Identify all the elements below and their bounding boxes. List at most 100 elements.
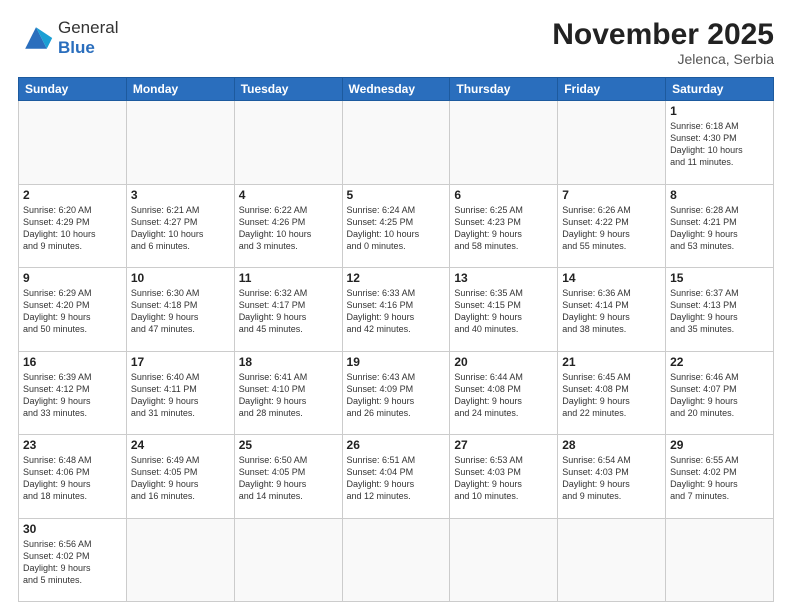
day-number: 16 — [23, 355, 122, 369]
table-row: 4 Sunrise: 6:22 AM Sunset: 4:26 PM Daylig… — [234, 184, 342, 268]
day-number: 26 — [347, 438, 446, 452]
day-info: Sunrise: 6:46 AM Sunset: 4:07 PM Dayligh… — [670, 371, 769, 420]
table-row: 8Sunrise: 6:28 AM Sunset: 4:21 PM Daylig… — [666, 184, 774, 268]
col-saturday: Saturday — [666, 78, 774, 101]
table-row — [126, 101, 234, 185]
day-info: Sunrise: 6:30 AM Sunset: 4:18 PM Dayligh… — [131, 287, 230, 336]
table-row — [19, 101, 127, 185]
table-row: 7 Sunrise: 6:26 AM Sunset: 4:22 PM Daylig… — [558, 184, 666, 268]
table-row — [234, 518, 342, 602]
day-number: 13 — [454, 271, 553, 285]
day-number: 6 — [454, 188, 553, 202]
table-row — [450, 101, 558, 185]
generalblue-logo-icon — [18, 20, 54, 56]
day-info: Sunrise: 6:22 AM Sunset: 4:26 PM Dayligh… — [239, 204, 338, 253]
day-number: 21 — [562, 355, 661, 369]
table-row: 3 Sunrise: 6:21 AM Sunset: 4:27 PM Daylig… — [126, 184, 234, 268]
table-row: 11Sunrise: 6:32 AM Sunset: 4:17 PM Dayli… — [234, 268, 342, 352]
table-row: 9 Sunrise: 6:29 AM Sunset: 4:20 PM Daylig… — [19, 268, 127, 352]
day-number: 12 — [347, 271, 446, 285]
table-row: 26 Sunrise: 6:51 AM Sunset: 4:04 PM Dayli… — [342, 435, 450, 519]
table-row: 18Sunrise: 6:41 AM Sunset: 4:10 PM Dayli… — [234, 351, 342, 435]
day-number: 4 — [239, 188, 338, 202]
day-number: 14 — [562, 271, 661, 285]
calendar-week-row: 2 Sunrise: 6:20 AM Sunset: 4:29 PM Daylig… — [19, 184, 774, 268]
day-number: 11 — [239, 271, 338, 285]
table-row: 6 Sunrise: 6:25 AM Sunset: 4:23 PM Daylig… — [450, 184, 558, 268]
day-info: Sunrise: 6:25 AM Sunset: 4:23 PM Dayligh… — [454, 204, 553, 253]
col-tuesday: Tuesday — [234, 78, 342, 101]
table-row: 16 Sunrise: 6:39 AM Sunset: 4:12 PM Dayli… — [19, 351, 127, 435]
table-row: 23 Sunrise: 6:48 AM Sunset: 4:06 PM Dayli… — [19, 435, 127, 519]
day-info: Sunrise: 6:41 AM Sunset: 4:10 PM Dayligh… — [239, 371, 338, 420]
table-row — [126, 518, 234, 602]
col-thursday: Thursday — [450, 78, 558, 101]
logo-text: General Blue — [58, 18, 118, 57]
page: General Blue November 2025 Jelenca, Serb… — [0, 0, 792, 612]
calendar-week-row: 9 Sunrise: 6:29 AM Sunset: 4:20 PM Daylig… — [19, 268, 774, 352]
day-number: 15 — [670, 271, 769, 285]
day-info: Sunrise: 6:53 AM Sunset: 4:03 PM Dayligh… — [454, 454, 553, 503]
table-row: 15Sunrise: 6:37 AM Sunset: 4:13 PM Dayli… — [666, 268, 774, 352]
day-info: Sunrise: 6:48 AM Sunset: 4:06 PM Dayligh… — [23, 454, 122, 503]
day-info: Sunrise: 6:20 AM Sunset: 4:29 PM Dayligh… — [23, 204, 122, 253]
day-info: Sunrise: 6:29 AM Sunset: 4:20 PM Dayligh… — [23, 287, 122, 336]
day-number: 23 — [23, 438, 122, 452]
table-row: 12Sunrise: 6:33 AM Sunset: 4:16 PM Dayli… — [342, 268, 450, 352]
title-block: November 2025 Jelenca, Serbia — [552, 18, 774, 67]
day-info: Sunrise: 6:44 AM Sunset: 4:08 PM Dayligh… — [454, 371, 553, 420]
table-row: 20 Sunrise: 6:44 AM Sunset: 4:08 PM Dayli… — [450, 351, 558, 435]
day-number: 10 — [131, 271, 230, 285]
table-row: 19 Sunrise: 6:43 AM Sunset: 4:09 PM Dayli… — [342, 351, 450, 435]
table-row: 10 Sunrise: 6:30 AM Sunset: 4:18 PM Dayli… — [126, 268, 234, 352]
day-info: Sunrise: 6:21 AM Sunset: 4:27 PM Dayligh… — [131, 204, 230, 253]
day-info: Sunrise: 6:36 AM Sunset: 4:14 PM Dayligh… — [562, 287, 661, 336]
table-row: 21Sunrise: 6:45 AM Sunset: 4:08 PM Dayli… — [558, 351, 666, 435]
location: Jelenca, Serbia — [552, 51, 774, 67]
day-number: 22 — [670, 355, 769, 369]
col-sunday: Sunday — [19, 78, 127, 101]
table-row: 2 Sunrise: 6:20 AM Sunset: 4:29 PM Daylig… — [19, 184, 127, 268]
month-year: November 2025 — [552, 18, 774, 51]
table-row — [234, 101, 342, 185]
day-info: Sunrise: 6:26 AM Sunset: 4:22 PM Dayligh… — [562, 204, 661, 253]
day-number: 2 — [23, 188, 122, 202]
table-row — [666, 518, 774, 602]
day-number: 17 — [131, 355, 230, 369]
table-row — [342, 101, 450, 185]
day-info: Sunrise: 6:50 AM Sunset: 4:05 PM Dayligh… — [239, 454, 338, 503]
day-number: 3 — [131, 188, 230, 202]
day-number: 7 — [562, 188, 661, 202]
calendar-table: Sunday Monday Tuesday Wednesday Thursday… — [18, 77, 774, 602]
day-number: 9 — [23, 271, 122, 285]
day-number: 30 — [23, 522, 122, 536]
day-number: 19 — [347, 355, 446, 369]
table-row: 17 Sunrise: 6:40 AM Sunset: 4:11 PM Dayli… — [126, 351, 234, 435]
day-number: 24 — [131, 438, 230, 452]
day-info: Sunrise: 6:54 AM Sunset: 4:03 PM Dayligh… — [562, 454, 661, 503]
day-number: 5 — [347, 188, 446, 202]
calendar-week-row: 30Sunrise: 6:56 AM Sunset: 4:02 PM Dayli… — [19, 518, 774, 602]
table-row — [558, 101, 666, 185]
day-info: Sunrise: 6:43 AM Sunset: 4:09 PM Dayligh… — [347, 371, 446, 420]
table-row: 5Sunrise: 6:24 AM Sunset: 4:25 PM Daylig… — [342, 184, 450, 268]
table-row: 29Sunrise: 6:55 AM Sunset: 4:02 PM Dayli… — [666, 435, 774, 519]
day-info: Sunrise: 6:49 AM Sunset: 4:05 PM Dayligh… — [131, 454, 230, 503]
day-number: 20 — [454, 355, 553, 369]
table-row — [558, 518, 666, 602]
day-number: 28 — [562, 438, 661, 452]
table-row: 27Sunrise: 6:53 AM Sunset: 4:03 PM Dayli… — [450, 435, 558, 519]
day-number: 1 — [670, 104, 769, 118]
day-info: Sunrise: 6:51 AM Sunset: 4:04 PM Dayligh… — [347, 454, 446, 503]
day-info: Sunrise: 6:40 AM Sunset: 4:11 PM Dayligh… — [131, 371, 230, 420]
table-row: 24 Sunrise: 6:49 AM Sunset: 4:05 PM Dayli… — [126, 435, 234, 519]
calendar-week-row: 23 Sunrise: 6:48 AM Sunset: 4:06 PM Dayli… — [19, 435, 774, 519]
table-row: 13Sunrise: 6:35 AM Sunset: 4:15 PM Dayli… — [450, 268, 558, 352]
day-info: Sunrise: 6:39 AM Sunset: 4:12 PM Dayligh… — [23, 371, 122, 420]
table-row — [342, 518, 450, 602]
table-row: 14 Sunrise: 6:36 AM Sunset: 4:14 PM Dayli… — [558, 268, 666, 352]
day-info: Sunrise: 6:18 AM Sunset: 4:30 PM Dayligh… — [670, 120, 769, 169]
calendar-week-row: 16 Sunrise: 6:39 AM Sunset: 4:12 PM Dayli… — [19, 351, 774, 435]
day-info: Sunrise: 6:55 AM Sunset: 4:02 PM Dayligh… — [670, 454, 769, 503]
logo: General Blue — [18, 18, 118, 57]
